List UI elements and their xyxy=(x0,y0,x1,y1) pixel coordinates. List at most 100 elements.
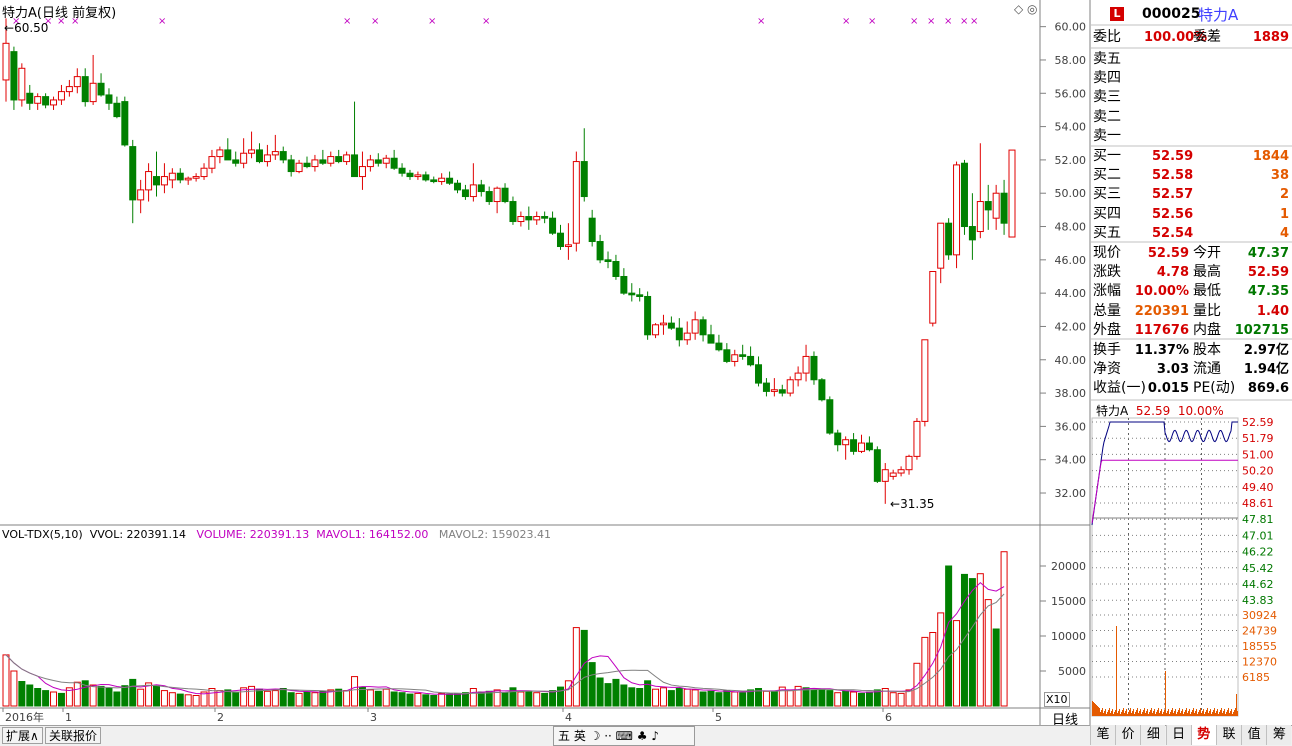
event-marker[interactable]: × xyxy=(158,16,166,27)
candle xyxy=(818,378,826,402)
tab-5[interactable]: 联 xyxy=(1216,725,1241,745)
buy-level-row: 买三 52.57 2 xyxy=(1092,185,1291,204)
candle xyxy=(18,63,26,107)
quote-label: 现价 xyxy=(1093,245,1121,261)
volume-bar xyxy=(604,683,612,707)
buy-level-volume: 38 xyxy=(1270,168,1289,184)
volume-bar xyxy=(723,690,731,707)
volume-bar xyxy=(168,692,176,707)
volume-bar xyxy=(2,654,10,707)
volume-bar xyxy=(897,692,905,707)
mini-chart-header: 特力A 52.59 10.00% xyxy=(1096,402,1224,419)
candle xyxy=(960,159,968,235)
buy-level-price: 52.56 xyxy=(1152,206,1194,222)
event-marker[interactable]: × xyxy=(428,16,436,27)
date-axis-label: 2016年 xyxy=(5,710,44,724)
price-tick-label: 40.00 xyxy=(1055,354,1087,367)
volume-bar xyxy=(176,693,184,707)
quote-label: 最高 xyxy=(1193,264,1221,281)
mini-price-tick: 51.00 xyxy=(1242,448,1274,461)
mini-price-tick: 47.01 xyxy=(1242,529,1274,542)
volume-bar xyxy=(826,690,834,707)
volume-bar xyxy=(525,690,533,707)
quote-label: 最低 xyxy=(1193,283,1221,300)
volume-bar xyxy=(889,692,897,707)
event-marker[interactable]: × xyxy=(343,16,351,27)
quote-row: 总量 220391 量比 1.40 xyxy=(1092,302,1291,321)
candle xyxy=(644,291,652,340)
stat-value: 3.03 xyxy=(1156,362,1189,378)
sell-level-row: 卖一 xyxy=(1092,127,1291,146)
tab-7[interactable]: 筹 xyxy=(1266,725,1292,745)
event-marker[interactable]: × xyxy=(371,16,379,27)
chart-settings-icons[interactable]: ◇ ◎ xyxy=(1014,2,1038,16)
event-marker[interactable]: × xyxy=(868,16,876,27)
volume-unit: X10 xyxy=(1044,692,1070,707)
mini-volume-tick: 30924 xyxy=(1242,609,1277,622)
volume-bar xyxy=(953,620,961,707)
tab-3[interactable]: 日 xyxy=(1165,725,1191,745)
mini-price-tick: 47.81 xyxy=(1242,513,1274,526)
stat-value: 0.015 xyxy=(1147,381,1189,397)
price-tick-label: 60.00 xyxy=(1055,21,1087,34)
volume-bar xyxy=(105,688,113,707)
price-tick-label: 36.00 xyxy=(1055,420,1087,433)
quote-value: 102715 xyxy=(1234,322,1289,338)
low-price-value: 31.35 xyxy=(900,497,935,511)
volume-bar xyxy=(596,677,604,707)
volume-bar xyxy=(834,692,842,707)
sell-level-label: 卖二 xyxy=(1093,108,1121,125)
event-marker[interactable]: × xyxy=(970,16,978,27)
volume-bar xyxy=(279,688,287,707)
volume-bar xyxy=(10,670,18,707)
volume-bar xyxy=(968,578,976,707)
volume-bar xyxy=(937,612,945,707)
volume-bar xyxy=(770,691,778,707)
stat-row: 净资 3.03 流通 1.94亿 xyxy=(1092,360,1291,379)
event-marker[interactable]: × xyxy=(960,16,968,27)
tab-1[interactable]: 价 xyxy=(1115,725,1141,745)
volume-bar xyxy=(556,686,564,707)
volume-bar xyxy=(691,689,699,707)
tab-4[interactable]: 势 xyxy=(1190,725,1216,745)
stat-value: 1.94亿 xyxy=(1243,362,1289,378)
event-marker[interactable]: × xyxy=(842,16,850,27)
event-marker[interactable]: × xyxy=(927,16,935,27)
mini-pct: 10.00% xyxy=(1177,404,1224,418)
event-marker[interactable]: × xyxy=(482,16,490,27)
volume-bar xyxy=(374,690,382,707)
volume-bar xyxy=(73,681,81,707)
sell-level-label: 卖三 xyxy=(1093,89,1121,106)
volume-bar xyxy=(786,690,794,707)
volume-bar xyxy=(628,687,636,707)
event-marker[interactable]: × xyxy=(944,16,952,27)
ime-toolbar[interactable]: 五 英 ☽ ·· ⌨ ♣ ♪ xyxy=(553,726,695,746)
related-quote-button[interactable]: 关联报价 xyxy=(45,727,102,744)
candle xyxy=(921,339,929,427)
volume-bar xyxy=(636,688,644,707)
tab-2[interactable]: 细 xyxy=(1140,725,1166,745)
volume-header: VOL-TDX(5,10) VVOL: 220391.14 VOLUME: 22… xyxy=(2,528,551,541)
buy-level-volume: 1 xyxy=(1279,206,1289,222)
event-marker[interactable]: × xyxy=(910,16,918,27)
event-marker[interactable]: × xyxy=(757,16,765,27)
quote-value: 47.35 xyxy=(1247,284,1289,300)
volume-bar xyxy=(351,676,359,707)
volume-bar xyxy=(26,684,34,707)
tab-0[interactable]: 笔 xyxy=(1090,725,1115,745)
volume-bar xyxy=(652,688,660,707)
price-tick-label: 42.00 xyxy=(1055,320,1087,333)
date-axis-label: 1 xyxy=(65,711,72,724)
expand-button[interactable]: 扩展∧ xyxy=(2,727,43,744)
price-tick-label: 50.00 xyxy=(1055,187,1087,200)
volume-bar xyxy=(454,692,462,707)
volume-bar xyxy=(446,693,454,707)
mavol1-value: MAVOL1: 164152.00 xyxy=(316,528,429,541)
candle xyxy=(826,396,834,435)
date-axis-label: 2 xyxy=(217,711,224,724)
tab-6[interactable]: 值 xyxy=(1241,725,1267,745)
sell-level-row: 卖四 xyxy=(1092,69,1291,88)
volume-bar xyxy=(50,691,58,707)
chart-title: 特力A(日线 前复权) xyxy=(2,2,116,21)
volume-bar xyxy=(620,684,628,707)
